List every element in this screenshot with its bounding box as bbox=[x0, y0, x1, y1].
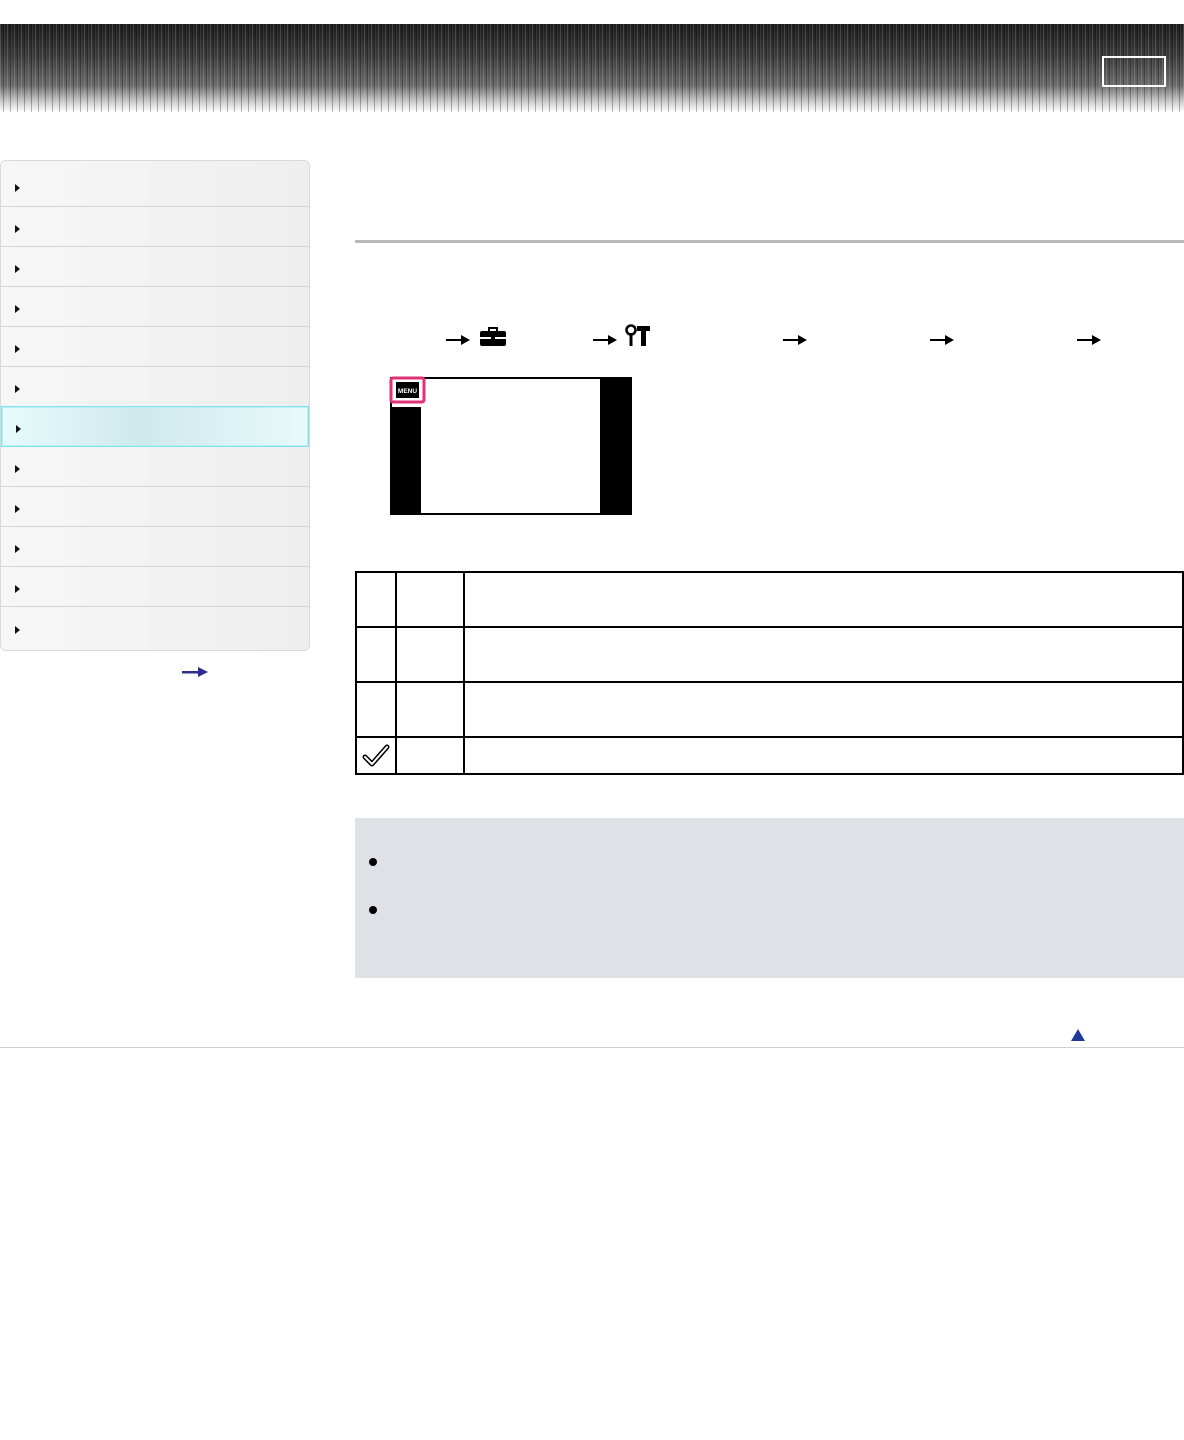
table-cell-description bbox=[463, 571, 1184, 628]
menu-button-label: MENU bbox=[398, 388, 417, 395]
wrench-icon bbox=[625, 324, 650, 346]
table-row bbox=[355, 681, 1184, 738]
table-cell-name bbox=[395, 681, 465, 738]
nav-arrow-icon bbox=[15, 626, 20, 634]
sidebar-item-2[interactable] bbox=[1, 207, 309, 247]
nav-arrow-icon bbox=[15, 505, 20, 513]
sidebar-item-10[interactable] bbox=[1, 527, 309, 567]
sidebar-item-6[interactable] bbox=[1, 367, 309, 407]
nav-arrow-icon bbox=[16, 425, 21, 433]
sidebar-item-8[interactable] bbox=[1, 447, 309, 487]
footer-divider bbox=[0, 1047, 1184, 1048]
sidebar-item-9[interactable] bbox=[1, 487, 309, 527]
sidebar-item-3[interactable] bbox=[1, 247, 309, 287]
table-cell-icon bbox=[355, 626, 397, 683]
header-button[interactable] bbox=[1102, 56, 1166, 87]
table-cell-description bbox=[463, 736, 1184, 775]
up-triangle-icon[interactable] bbox=[1070, 1028, 1086, 1042]
table-row bbox=[355, 571, 1184, 628]
camera-screen-figure: MENU bbox=[389, 376, 632, 515]
nav-arrow-icon bbox=[15, 465, 20, 473]
settings-table bbox=[355, 571, 1184, 775]
right-arrow-icon bbox=[783, 335, 807, 345]
table-cell-name bbox=[395, 571, 465, 628]
checkmark-icon bbox=[362, 744, 390, 766]
nav-arrow-icon bbox=[15, 225, 20, 233]
table-row bbox=[355, 736, 1184, 775]
notes-box bbox=[355, 818, 1184, 978]
title-divider bbox=[355, 240, 1184, 243]
sidebar-item-11[interactable] bbox=[1, 567, 309, 607]
sidebar-item-12[interactable] bbox=[1, 607, 309, 650]
bullet-icon bbox=[369, 858, 377, 866]
table-cell-description bbox=[463, 681, 1184, 738]
table-cell-icon bbox=[355, 571, 397, 628]
right-arrow-icon[interactable] bbox=[182, 666, 208, 678]
table-cell-name bbox=[395, 736, 465, 775]
nav-arrow-icon bbox=[15, 305, 20, 313]
table-cell-name bbox=[395, 626, 465, 683]
nav-arrow-icon bbox=[15, 345, 20, 353]
sidebar-item-5[interactable] bbox=[1, 327, 309, 367]
nav-arrow-icon bbox=[15, 385, 20, 393]
menu-path bbox=[355, 322, 1184, 358]
right-arrow-icon bbox=[1077, 335, 1101, 345]
sidebar-item-7-active[interactable] bbox=[1, 406, 309, 447]
nav-arrow-icon bbox=[15, 545, 20, 553]
sidebar-item-4[interactable] bbox=[1, 287, 309, 327]
toolbox-icon bbox=[480, 327, 506, 346]
right-arrow-icon bbox=[930, 335, 954, 345]
table-cell-icon bbox=[355, 736, 397, 775]
nav-arrow-icon bbox=[15, 585, 20, 593]
table-row bbox=[355, 626, 1184, 683]
bullet-icon bbox=[369, 906, 377, 914]
nav-arrow-icon bbox=[15, 184, 20, 192]
page-header bbox=[0, 24, 1184, 112]
sidebar-nav bbox=[0, 160, 310, 651]
sidebar-item-1[interactable] bbox=[1, 161, 309, 207]
right-arrow-icon bbox=[593, 335, 617, 345]
table-cell-icon bbox=[355, 681, 397, 738]
nav-arrow-icon bbox=[15, 265, 20, 273]
table-cell-description bbox=[463, 626, 1184, 683]
right-arrow-icon bbox=[446, 335, 470, 345]
